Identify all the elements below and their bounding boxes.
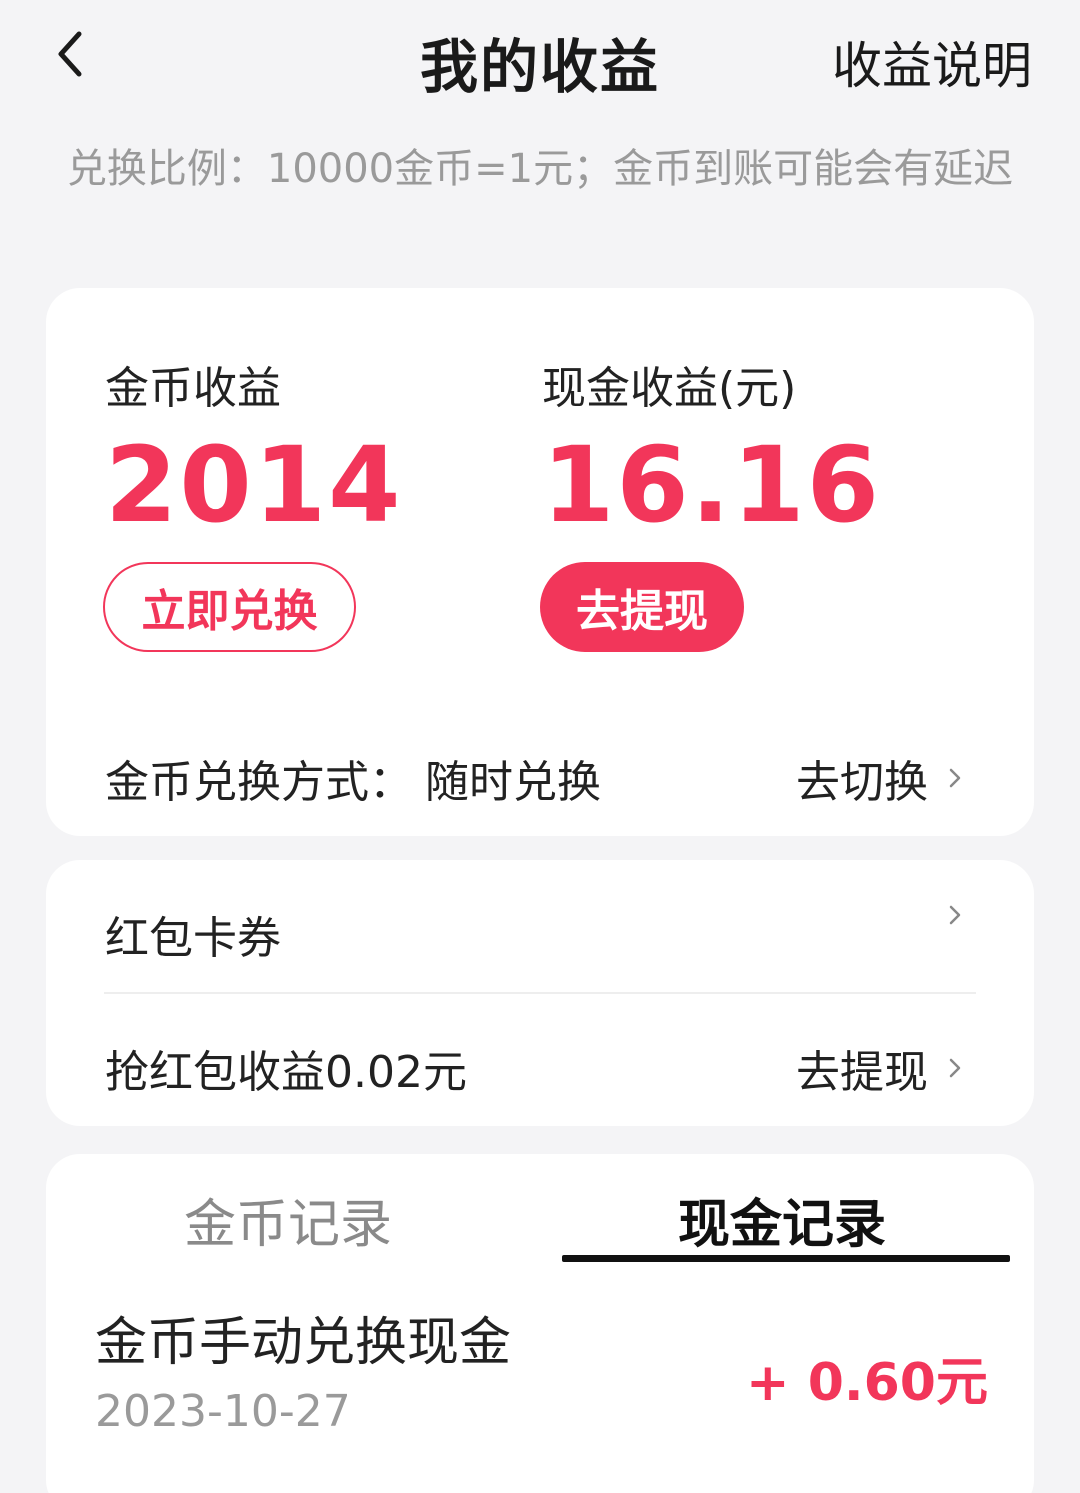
grab-withdraw-button[interactable]: 去提现 <box>796 1036 968 1100</box>
coin-earnings-value: 2014 <box>105 424 403 546</box>
exchange-mode-value: 随时兑换 <box>425 757 601 808</box>
exchange-mode-row: 金币兑换方式： 随时兑换 <box>105 746 601 810</box>
cash-earnings-value: 16.16 <box>542 424 881 546</box>
exchange-mode-label: 金币兑换方式： <box>105 757 413 808</box>
active-tab-indicator <box>562 1255 1010 1262</box>
header: 我的收益 收益说明 <box>0 0 1080 112</box>
earnings-explanation-link[interactable]: 收益说明 <box>832 26 1032 98</box>
red-packet-cards-arrow[interactable] <box>942 902 968 928</box>
withdraw-button[interactable]: 去提现 <box>540 562 744 652</box>
chevron-right-icon <box>949 768 961 788</box>
chevron-right-icon <box>949 1058 961 1078</box>
exchange-now-button[interactable]: 立即兑换 <box>103 562 356 652</box>
tab-coin-records[interactable]: 金币记录 <box>184 1182 392 1257</box>
red-packet-cards-item[interactable]: 红包卡券 <box>105 902 281 966</box>
tab-cash-records[interactable]: 现金记录 <box>678 1182 886 1257</box>
switch-mode-label: 去切换 <box>796 757 928 808</box>
record-item-title: 金币手动兑换现金 <box>95 1313 512 1373</box>
record-item-amount: + 0.60元 <box>746 1353 988 1413</box>
page: 我的收益 收益说明 兑换比例：10000金币=1元；金币到账可能会有延迟 金币收… <box>0 0 1080 1493</box>
cash-earnings-label: 现金收益(元) <box>542 363 797 414</box>
grab-red-packet-earnings: 抢红包收益0.02元 <box>105 1047 467 1098</box>
record-item-date: 2023-10-27 <box>95 1386 351 1437</box>
divider <box>104 992 976 994</box>
exchange-ratio-notice: 兑换比例：10000金币=1元；金币到账可能会有延迟 <box>66 146 1014 192</box>
chevron-right-icon <box>949 905 961 925</box>
grab-withdraw-label: 去提现 <box>796 1047 928 1098</box>
coin-earnings-label: 金币收益 <box>105 363 281 414</box>
switch-mode-button[interactable]: 去切换 <box>796 746 968 810</box>
